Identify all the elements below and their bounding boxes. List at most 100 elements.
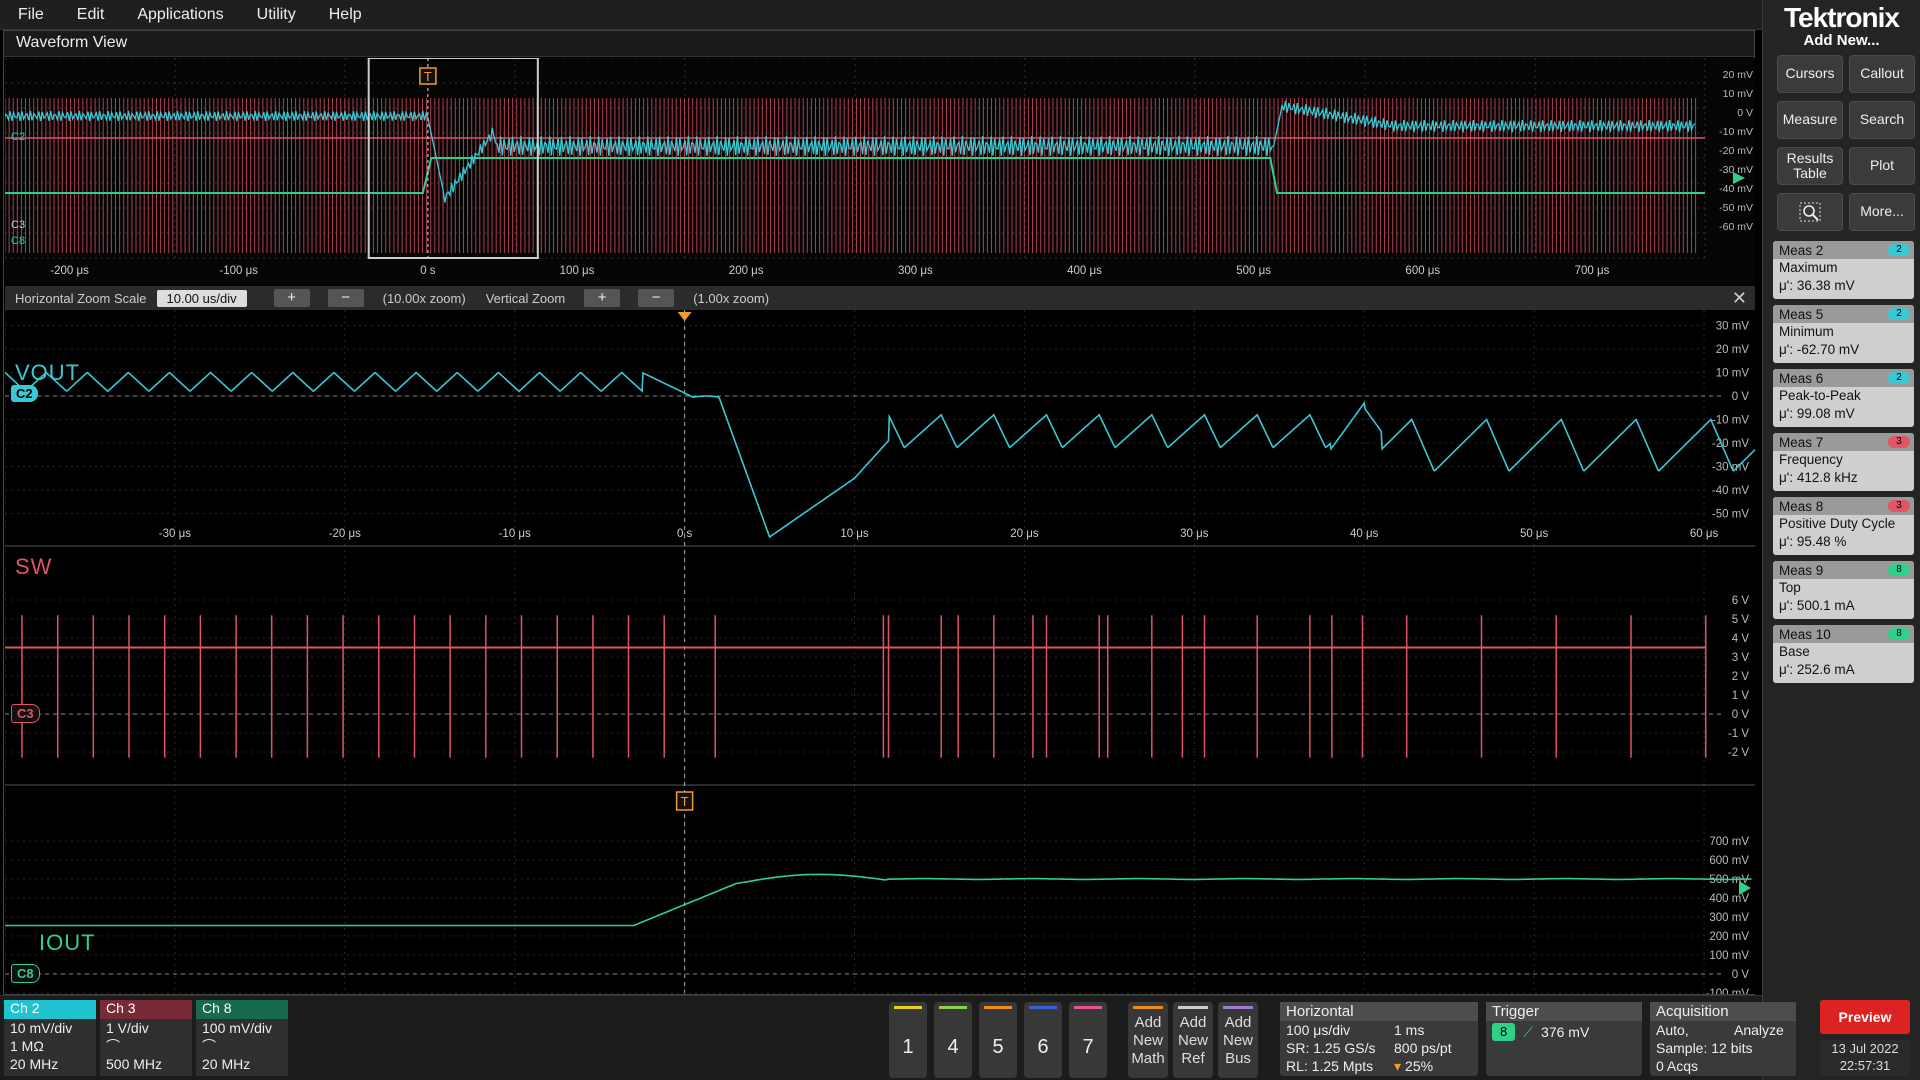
- channel-number: 6: [1037, 1036, 1049, 1058]
- ch8-ground-badge[interactable]: C8: [11, 964, 40, 983]
- sw-label: SW: [15, 554, 53, 579]
- menu-edit[interactable]: Edit: [59, 6, 120, 24]
- add-waveform-button[interactable]: Add New Ref: [1173, 1002, 1213, 1078]
- sw-y-tick: 4 V: [1732, 633, 1750, 645]
- v-zoom-minus-button[interactable]: −: [638, 289, 675, 307]
- meas-source-chip: 8: [1888, 628, 1910, 640]
- add-waveform-button[interactable]: Add New Bus: [1218, 1002, 1258, 1078]
- cursors-button[interactable]: Cursors: [1777, 55, 1843, 93]
- sw-y-tick: 1 V: [1732, 690, 1750, 702]
- meas-card[interactable]: Meas 7 3 Frequency μ': 412.8 kHz: [1773, 433, 1914, 491]
- vout-y-tick: 30 mV: [1716, 321, 1750, 333]
- add-channel-button[interactable]: 7: [1069, 1002, 1107, 1078]
- meas-source-chip: 8: [1888, 564, 1910, 576]
- add-color-bar: [1178, 1006, 1208, 1009]
- meas-card[interactable]: Meas 6 2 Peak-to-Peak μ': 99.08 mV: [1773, 369, 1914, 427]
- meas-value: μ': 412.8 kHz: [1779, 470, 1858, 485]
- v-zoom-plus-button[interactable]: +: [584, 289, 621, 307]
- time-per-point: 800 ps/pt: [1394, 1040, 1452, 1056]
- acquisition-mode: Auto,: [1656, 1022, 1689, 1038]
- v-zoom-label: Vertical Zoom: [485, 290, 566, 306]
- meas-card[interactable]: Meas 2 2 Maximum μ': 36.38 mV: [1773, 241, 1914, 299]
- meas-source-chip: 2: [1888, 372, 1910, 384]
- menu-help[interactable]: Help: [311, 6, 377, 24]
- iout-y-tick: 300 mV: [1709, 912, 1749, 924]
- sw-spikes: [21, 615, 1707, 758]
- add-channel-button[interactable]: 1: [889, 1002, 927, 1078]
- sw-y-tick: -1 V: [1728, 728, 1749, 740]
- preview-button[interactable]: Preview: [1820, 1000, 1910, 1034]
- menu-utility[interactable]: Utility: [239, 6, 311, 24]
- overview-y-tick: -50 mV: [1719, 202, 1753, 214]
- channel-badge[interactable]: Ch 8 100 mV/div ⌒ 20 MHz: [196, 1000, 288, 1076]
- add-line-1: Add: [1224, 1014, 1252, 1031]
- search-button[interactable]: Search: [1849, 101, 1915, 139]
- sw-y-tick: 5 V: [1732, 614, 1750, 626]
- channel-bandwidth: 20 MHz: [10, 1056, 59, 1072]
- date-time: 13 Jul 2022 22:57:31: [1820, 1040, 1910, 1076]
- add-new-heading: Add New...: [1803, 32, 1880, 49]
- iout-trace: [5, 873, 1752, 927]
- overview-y-tick: 20 mV: [1723, 69, 1753, 81]
- acquisition-panel[interactable]: Acquisition Auto, Analyze Sample: 12 bits…: [1650, 1002, 1796, 1076]
- meas-value: μ': -62.70 mV: [1779, 342, 1860, 357]
- add-channel-button[interactable]: 4: [934, 1002, 972, 1078]
- add-line-2: New: [1222, 1032, 1253, 1049]
- vout-y-tick: -40 mV: [1712, 485, 1749, 497]
- channel-number: 7: [1082, 1036, 1094, 1058]
- meas-value: μ': 36.38 mV: [1779, 278, 1855, 293]
- menu-applications[interactable]: Applications: [119, 6, 238, 24]
- vout-y-tick: 10 mV: [1716, 368, 1750, 380]
- meas-card[interactable]: Meas 10 8 Base μ': 252.6 mA: [1773, 625, 1914, 683]
- v-zoom-factor: (1.00x zoom): [693, 290, 770, 306]
- results-table-button[interactable]: Results Table: [1777, 147, 1843, 185]
- meas-card[interactable]: Meas 5 2 Minimum μ': -62.70 mV: [1773, 305, 1914, 363]
- ch2-ground-badge[interactable]: C2: [11, 385, 38, 402]
- channel-badge[interactable]: Ch 3 1 V/div ⌒ 500 MHz: [100, 1000, 192, 1076]
- h-zoom-plus-button[interactable]: +: [273, 289, 310, 307]
- h-zoom-minus-button[interactable]: −: [327, 289, 364, 307]
- horizontal-panel[interactable]: Horizontal 100 μs/div 1 ms SR: 1.25 GS/s 8…: [1280, 1002, 1478, 1076]
- channel-bandwidth: 20 MHz: [202, 1056, 251, 1072]
- meas-card[interactable]: Meas 9 8 Top μ': 500.1 mA: [1773, 561, 1914, 619]
- overview-y-tick: -20 mV: [1719, 145, 1753, 157]
- zoom-x-tick: 50 μs: [1520, 528, 1549, 540]
- meas-source-chip: 2: [1888, 244, 1910, 256]
- horizontal-position: 1 ms: [1394, 1022, 1425, 1038]
- trigger-position-icon: ▾: [1394, 1058, 1402, 1074]
- zoom-tool-button[interactable]: [1777, 193, 1843, 231]
- bottom-bar: Ch 2 10 mV/div 1 MΩ 20 MHz Ch 3 1 V/div ⌒…: [0, 995, 1796, 1080]
- zoom-trigger-letter: T: [681, 794, 689, 809]
- vout-label: VOUT: [15, 360, 81, 385]
- ch3-ground-badge[interactable]: C3: [11, 704, 40, 723]
- zoom-plot-area[interactable]: 30 mV 20 mV 10 mV 0 V -10 mV -20 mV -30 mV -40 …: [4, 310, 1756, 1000]
- overview-c2-label: C2: [11, 131, 25, 143]
- menu-file[interactable]: File: [0, 6, 59, 24]
- acquisition-count: 0 Acqs: [1656, 1058, 1699, 1074]
- meas-value: μ': 99.08 mV: [1779, 406, 1855, 421]
- channel-badge[interactable]: Ch 2 10 mV/div 1 MΩ 20 MHz: [4, 1000, 96, 1076]
- meas-value: μ': 252.6 mA: [1779, 662, 1855, 677]
- trigger-panel[interactable]: Trigger 8 ⟋ 376 mV: [1486, 1002, 1642, 1076]
- add-channel-button[interactable]: 6: [1024, 1002, 1062, 1078]
- channel-color-bar: [894, 1006, 922, 1009]
- sw-y-tick: -2 V: [1728, 747, 1749, 759]
- menu-bar: File Edit Applications Utility Help: [0, 0, 1762, 30]
- close-zoom-icon[interactable]: ✕: [1732, 288, 1747, 309]
- channel-number: 1: [902, 1036, 914, 1058]
- vout-y-tick: 20 mV: [1716, 344, 1750, 356]
- h-zoom-label: Horizontal Zoom Scale: [15, 290, 147, 306]
- h-zoom-scale-input[interactable]: 10.00 us/div: [156, 289, 247, 307]
- meas-source-chip: 3: [1888, 436, 1910, 448]
- overview-plot[interactable]: T -200 μs -100 μs 0 s 100 μs 200 μs 300 μs 400 …: [4, 57, 1755, 286]
- vout-y-tick: -10 mV: [1712, 415, 1749, 427]
- add-waveform-button[interactable]: Add New Math: [1128, 1002, 1168, 1078]
- measure-button[interactable]: Measure: [1777, 101, 1843, 139]
- meas-type: Maximum: [1779, 260, 1838, 275]
- meas-card[interactable]: Meas 8 3 Positive Duty Cycle μ': 95.48 %: [1773, 497, 1914, 555]
- overview-x-tick: 100 μs: [560, 265, 595, 277]
- more-button[interactable]: More...: [1849, 193, 1915, 231]
- add-channel-button[interactable]: 5: [979, 1002, 1017, 1078]
- plot-button[interactable]: Plot: [1849, 147, 1915, 185]
- callout-button[interactable]: Callout: [1849, 55, 1915, 93]
